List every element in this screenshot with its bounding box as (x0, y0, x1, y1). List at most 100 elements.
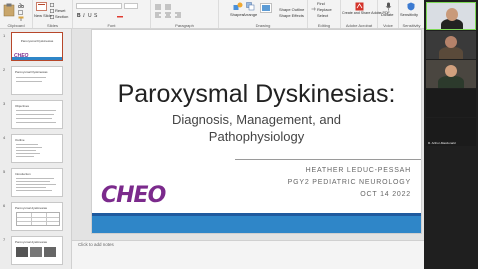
ribbon-group-label: Sensitivity (402, 23, 421, 28)
ribbon-group-voice: Dictate Voice (378, 0, 399, 28)
slide-thumbnail-2[interactable]: Paroxysmal Dyskinesias (11, 66, 63, 95)
shapes-icon[interactable] (233, 2, 243, 11)
svg-text:B: B (77, 13, 81, 18)
ribbon-group-editing: Find Replace Select Editing (308, 0, 341, 28)
slide-thumbnail-7[interactable]: Paroxysmal dyskinesias (11, 236, 63, 265)
video-tile-4[interactable] (426, 89, 476, 117)
slide-divider (235, 159, 421, 160)
new-slide-icon[interactable] (36, 2, 47, 12)
ribbon-group-label: Editing (317, 23, 331, 28)
slide-footer-bar (92, 216, 421, 233)
dictate-button[interactable]: Dictate (381, 12, 393, 17)
thumbnail-image (16, 247, 28, 257)
find-button[interactable]: Find (317, 1, 325, 6)
font-format-icons[interactable]: B I U S (77, 12, 143, 18)
slide-title[interactable]: Paroxysmal Dyskinesias: (92, 80, 421, 109)
sensitivity-icon[interactable] (407, 2, 415, 11)
slide-author[interactable]: HEATHER LEDUC-PESSAH (306, 167, 411, 174)
arrange-button[interactable]: Arrange (243, 12, 257, 17)
thumbnail-number: 3 (3, 101, 6, 106)
thumbnail-title: Outline (15, 138, 25, 142)
layout-icon[interactable] (50, 3, 54, 7)
paste-icon[interactable] (3, 3, 15, 17)
replace-icon[interactable] (311, 7, 316, 12)
participant-body (438, 76, 464, 88)
slide-thumbnail-6[interactable]: Paroxysmal dyskinesias (11, 202, 63, 231)
thumbnail-title: Paroxysmal dyskinesias (15, 240, 48, 244)
quick-styles-icon[interactable] (260, 3, 272, 13)
thumbnail-title: Paroxysmal Dyskinesias (20, 39, 54, 43)
current-slide[interactable]: Paroxysmal Dyskinesias: Diagnosis, Manag… (91, 29, 422, 234)
ribbon-group-font: B I U S Font (73, 0, 151, 28)
participant-name: R. Arthur-Macdonald (428, 141, 456, 145)
thumbnail-number: 5 (3, 169, 6, 174)
section-icon[interactable] (50, 15, 54, 19)
reset-button[interactable]: Reset (55, 8, 65, 13)
slide-subtitle-line1[interactable]: Diagnosis, Management, and (92, 112, 421, 127)
svg-text:U: U (88, 13, 92, 18)
slide-thumbnail-5[interactable]: Introduction (11, 168, 63, 197)
thumbnail-title: Paroxysmal Dyskinesias (15, 70, 48, 74)
notes-placeholder: Click to add notes (78, 242, 114, 247)
thumbnail-image (30, 247, 42, 257)
arrange-icon[interactable] (246, 2, 255, 11)
ribbon-group-adobe: Create and Share Adobe PDF Adobe Acrobat (341, 0, 390, 28)
ribbon-group-slides: New Slide Reset Section Slides (33, 0, 73, 28)
font-size-box[interactable] (124, 3, 138, 9)
select-button[interactable]: Select (317, 13, 328, 18)
ribbon-group-sensitivity: Sensitivity Sensitivity (399, 0, 424, 28)
shapes-button[interactable]: Shapes (230, 12, 244, 17)
participant-head (445, 36, 457, 48)
thumbnail-title: Introduction (15, 172, 31, 176)
ribbon-group-drawing: Shapes Arrange Shape Outline Shape Effec… (219, 0, 308, 28)
participant-head (445, 65, 457, 77)
video-tile-2[interactable] (426, 31, 476, 59)
replace-button[interactable]: Replace (317, 7, 332, 12)
font-name-box[interactable] (76, 3, 122, 9)
shape-outline-button[interactable]: Shape Outline (279, 7, 304, 12)
ribbon-group-label: Voice (383, 23, 393, 28)
cut-icon[interactable] (18, 3, 24, 8)
ribbon-group-paragraph: Paragraph (151, 0, 219, 28)
section-button[interactable]: Section (55, 14, 68, 19)
slide-date[interactable]: OCT 14 2022 (360, 191, 411, 198)
slide-subtitle-line2[interactable]: Pathophysiology (92, 129, 421, 144)
thumbnail-bar (12, 57, 62, 60)
svg-text:S: S (94, 13, 98, 18)
format-painter-icon[interactable] (18, 16, 24, 21)
video-tile-5[interactable]: R. Arthur-Macdonald (426, 118, 476, 146)
slide-thumbnail-3[interactable]: Objectives (11, 100, 63, 129)
reset-icon[interactable] (50, 9, 54, 13)
ribbon: Clipboard New Slide Reset Section Slides… (0, 0, 424, 29)
thumbnail-number: 6 (3, 203, 6, 208)
thumbnail-number: 4 (3, 135, 6, 140)
paragraph-icons[interactable] (155, 4, 215, 18)
powerpoint-window: Clipboard New Slide Reset Section Slides… (0, 0, 478, 269)
slide-thumbnail-pane[interactable]: 1 Paroxysmal Dyskinesias CHEO 2 Paroxysm… (0, 29, 72, 269)
ribbon-group-label: Slides (47, 23, 58, 28)
slide-thumbnail-1[interactable]: Paroxysmal Dyskinesias CHEO (11, 32, 63, 61)
cheo-logo: CHEO (101, 183, 166, 208)
adobe-pdf-icon[interactable] (355, 2, 364, 11)
thumbnail-title: Objectives (15, 104, 30, 108)
video-tile-3[interactable] (426, 60, 476, 88)
participant-body (439, 47, 463, 59)
notes-pane[interactable]: Click to add notes (72, 240, 426, 269)
thumbnail-image (44, 247, 56, 257)
video-tile-1[interactable] (426, 2, 476, 30)
participant-head (446, 8, 458, 21)
ribbon-group-label: Font (107, 23, 116, 28)
copy-icon[interactable] (18, 10, 24, 15)
slide-role[interactable]: PGY2 PEDIATRIC NEUROLOGY (288, 179, 411, 186)
shape-effects-button[interactable]: Shape Effects (279, 13, 304, 18)
ribbon-group-label: Clipboard (7, 23, 25, 28)
sensitivity-button[interactable]: Sensitivity (400, 12, 418, 17)
thumbnail-number: 1 (3, 33, 6, 38)
video-call-panel: R. Arthur-Macdonald (424, 0, 478, 269)
thumbnail-number: 2 (3, 67, 6, 72)
svg-text:I: I (82, 14, 85, 18)
ribbon-group-label: Paragraph (175, 23, 194, 28)
ribbon-group-label: Adobe Acrobat (345, 23, 373, 28)
slide-thumbnail-4[interactable]: Outline (11, 134, 63, 163)
microphone-icon[interactable] (385, 2, 392, 11)
